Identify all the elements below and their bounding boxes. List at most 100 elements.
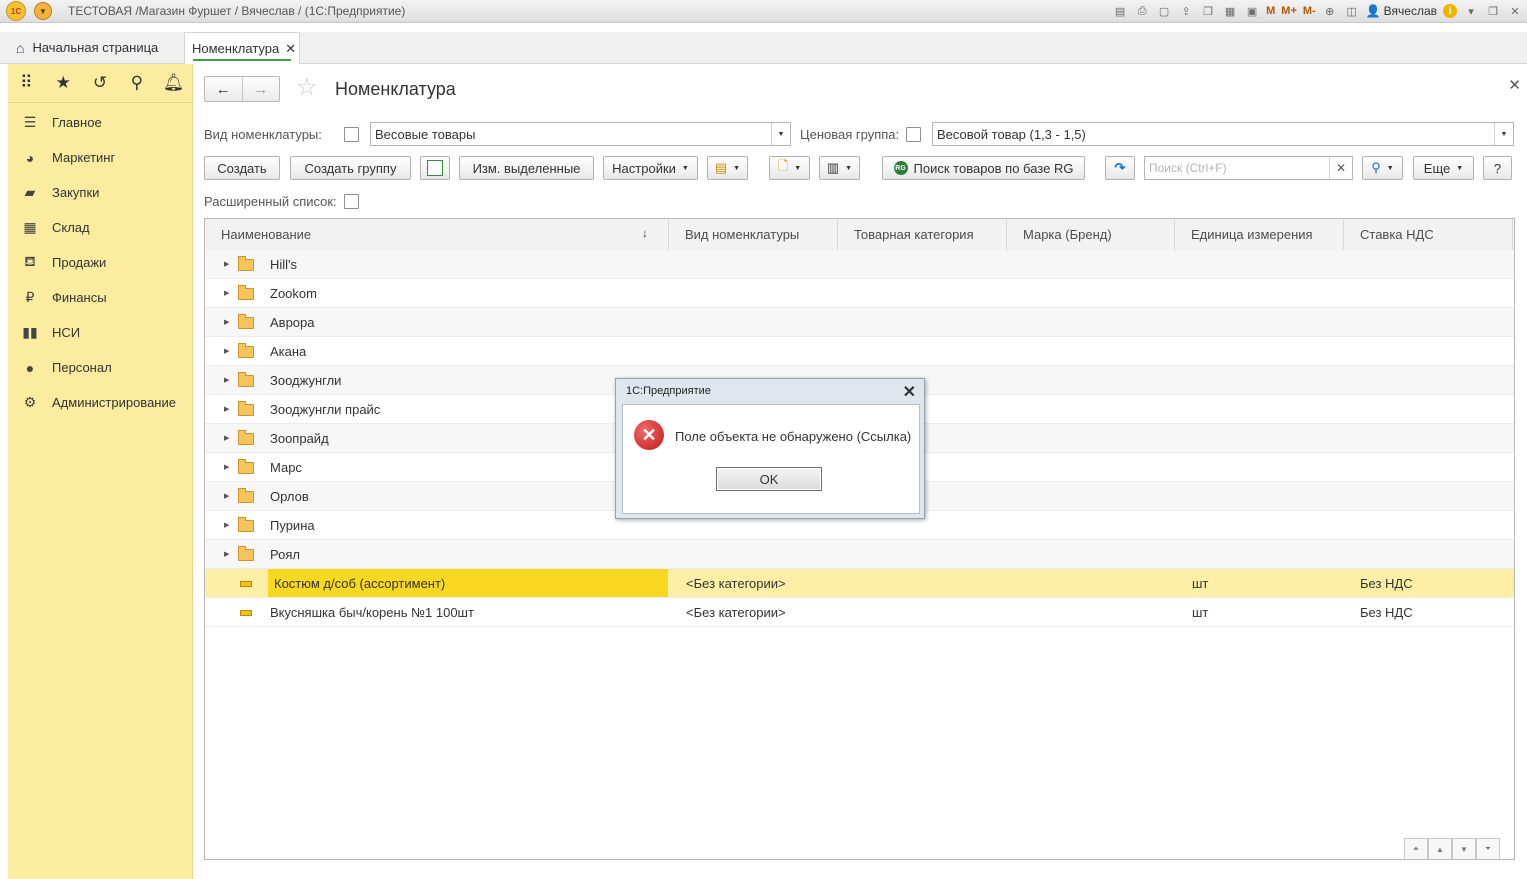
expand-arrow-icon[interactable]: ▶: [224, 463, 229, 471]
sidebar-item-finance[interactable]: ₽ Финансы: [8, 280, 192, 315]
sidebar-item-main[interactable]: ☰ Главное: [8, 105, 192, 140]
expand-arrow-icon[interactable]: ▶: [224, 492, 229, 500]
sidebar-item-nsi[interactable]: ▮▮ НСИ: [8, 315, 192, 350]
more-button[interactable]: Еще ▼: [1413, 156, 1474, 180]
edit-selected-button[interactable]: Изм. выделенные: [459, 156, 594, 180]
save-icon[interactable]: ▤: [1112, 3, 1128, 19]
search-options-button[interactable]: ⚲ ▼: [1362, 156, 1403, 180]
expand-arrow-icon[interactable]: ▶: [224, 376, 229, 384]
price-group-field[interactable]: Весовой товар (1,3 - 1,5) ▼: [932, 122, 1514, 146]
clear-search-icon[interactable]: ✕: [1329, 157, 1352, 179]
refresh-button[interactable]: ↷: [1105, 156, 1135, 180]
extended-list-checkbox[interactable]: [344, 194, 359, 209]
scroll-up-icon[interactable]: ▲: [1428, 838, 1452, 859]
sidebar-item-warehouse[interactable]: ▦ Склад: [8, 210, 192, 245]
expand-arrow-icon[interactable]: ▶: [224, 434, 229, 442]
restore-window-icon[interactable]: ❐: [1485, 3, 1501, 19]
tab-close-icon[interactable]: ✕: [285, 41, 296, 57]
close-window-icon[interactable]: ✕: [1507, 3, 1523, 19]
panels-icon[interactable]: ◫: [1344, 3, 1360, 19]
table-row[interactable]: ▶ Акана: [205, 337, 1514, 366]
calendar-icon[interactable]: ▣: [1244, 3, 1260, 19]
expand-arrow-icon[interactable]: ▶: [224, 521, 229, 529]
sidebar-item-marketing[interactable]: ◕ Маркетинг: [8, 140, 192, 175]
tab-home[interactable]: ⌂ Начальная страница: [8, 32, 180, 63]
preview-icon[interactable]: ▢: [1156, 3, 1172, 19]
zoom-icon[interactable]: ⊕: [1322, 3, 1338, 19]
main-menu-button[interactable]: ▼: [34, 2, 52, 20]
column-header-brand[interactable]: Марка (Бренд): [1007, 219, 1175, 250]
sidebar-item-administration[interactable]: ⚙ Администрирование: [8, 385, 192, 420]
table-row[interactable]: ▶ Роял: [205, 540, 1514, 569]
chevron-down-icon[interactable]: ▾: [1463, 3, 1479, 19]
memory-button-m-plus[interactable]: M+: [1281, 3, 1297, 19]
structure-menu-button[interactable]: ▤ ▼: [707, 156, 748, 180]
search-icon[interactable]: ⚲: [118, 73, 155, 93]
create-button[interactable]: Создать: [204, 156, 280, 180]
print-icon[interactable]: ⎙: [1134, 3, 1150, 19]
folder-icon: [238, 430, 254, 445]
memory-button-m[interactable]: M: [1266, 3, 1275, 19]
tab-nomenclature[interactable]: Номенклатура ✕: [184, 32, 300, 64]
sidebar-item-personnel[interactable]: ● Персонал: [8, 350, 192, 385]
kind-filter-checkbox[interactable]: [344, 127, 359, 142]
copy-item-button[interactable]: [420, 156, 450, 180]
table-row[interactable]: ▶ Zookom: [205, 279, 1514, 308]
column-header-vat[interactable]: Ставка НДС: [1344, 219, 1513, 250]
row-kind: <Без категории>: [686, 575, 786, 591]
column-header-category[interactable]: Товарная категория: [838, 219, 1007, 250]
sidebar-item-label: Закупки: [52, 185, 100, 200]
forward-arrow-icon[interactable]: →: [241, 77, 280, 101]
print-icon: ▥: [826, 160, 840, 175]
sidebar-item-purchases[interactable]: ▰ Закупки: [8, 175, 192, 210]
favorites-star-icon[interactable]: ★: [45, 73, 82, 93]
dropdown-arrow-icon[interactable]: ▼: [771, 123, 790, 145]
column-header-kind[interactable]: Вид номенклатуры: [669, 219, 838, 250]
scroll-down-icon[interactable]: ▼: [1452, 838, 1476, 859]
rg-search-button[interactable]: RG Поиск товаров по базе RG: [882, 156, 1085, 180]
help-button[interactable]: ?: [1483, 156, 1512, 180]
expand-arrow-icon[interactable]: ▶: [224, 347, 229, 355]
apps-grid-icon[interactable]: ⠿: [8, 73, 45, 93]
create-group-button[interactable]: Создать группу: [290, 156, 411, 180]
notifications-bell-icon[interactable]: 🔔︎: [155, 73, 192, 93]
history-icon[interactable]: ↺: [82, 73, 119, 93]
row-vat: Без НДС: [1360, 575, 1413, 591]
print-menu-button[interactable]: ▥ ▼: [819, 156, 860, 180]
expand-arrow-icon[interactable]: ▶: [224, 318, 229, 326]
price-group-checkbox[interactable]: [906, 127, 921, 142]
expand-arrow-icon[interactable]: ▶: [224, 260, 229, 268]
copy-icon[interactable]: ❐: [1200, 3, 1216, 19]
expand-arrow-icon[interactable]: ▶: [224, 405, 229, 413]
calculator-icon[interactable]: ▦: [1222, 3, 1238, 19]
info-icon[interactable]: i: [1443, 4, 1457, 18]
scroll-top-icon[interactable]: ⏶: [1404, 838, 1428, 859]
table-row-selected[interactable]: Костюм д/соб (ассортимент) <Без категори…: [205, 569, 1514, 598]
dropdown-arrow-icon[interactable]: ▼: [1494, 123, 1513, 145]
link-icon[interactable]: ⇪: [1178, 3, 1194, 19]
settings-button[interactable]: Настройки ▼: [603, 156, 698, 180]
price-group-label: Ценовая группа:: [800, 127, 900, 142]
memory-button-m-minus[interactable]: M-: [1303, 3, 1316, 19]
table-row[interactable]: ▶ Аврора: [205, 308, 1514, 337]
create-based-on-button[interactable]: 🗋 ▼: [769, 156, 810, 180]
kind-filter-field[interactable]: Весовые товары ▼: [370, 122, 791, 146]
row-unit: шт: [1192, 575, 1209, 591]
current-user[interactable]: 👤 Вячеслав: [1366, 4, 1437, 18]
error-icon: ✕: [634, 420, 664, 450]
table-row[interactable]: ▶ Hill's: [205, 250, 1514, 279]
table-row[interactable]: Вкусняшка быч/корень №1 100шт <Без катег…: [205, 598, 1514, 627]
column-header-unit[interactable]: Единица измерения: [1175, 219, 1344, 250]
close-form-icon[interactable]: ✕: [1508, 76, 1521, 94]
expand-arrow-icon[interactable]: ▶: [224, 550, 229, 558]
scroll-bottom-icon[interactable]: ⏷: [1476, 838, 1500, 859]
add-to-favorites-star-icon[interactable]: ☆: [296, 76, 318, 100]
column-header-name[interactable]: Наименование ↓: [205, 219, 669, 250]
dialog-close-icon[interactable]: ✕: [903, 382, 916, 402]
search-input[interactable]: Поиск (Ctrl+F) ✕: [1144, 156, 1353, 180]
sidebar-item-sales[interactable]: ⛾ Продажи: [8, 245, 192, 280]
expand-arrow-icon[interactable]: ▶: [224, 289, 229, 297]
copy-document-icon: [427, 160, 443, 176]
back-arrow-icon[interactable]: ←: [205, 77, 242, 101]
ok-button[interactable]: OK: [716, 467, 822, 491]
